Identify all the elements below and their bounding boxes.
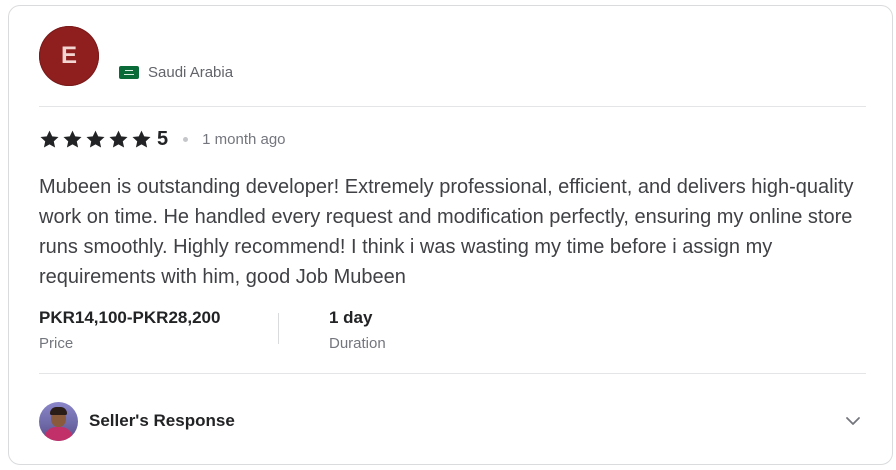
response-divider — [39, 373, 866, 374]
rating-value: 5 — [157, 127, 169, 150]
star-icon — [109, 130, 128, 148]
seller-avatar — [39, 401, 78, 441]
duration-label: Duration — [329, 335, 386, 352]
price-label: Price — [39, 335, 74, 352]
duration-stat: 1 day Duration — [329, 308, 386, 353]
price-stat: PKR14,100-PKR28,200 Price — [39, 308, 220, 353]
reviewer-avatar: E — [39, 26, 99, 86]
star-icon — [132, 130, 151, 148]
star-icon — [63, 130, 82, 148]
saudi-arabia-flag-icon — [119, 66, 139, 79]
star-icon — [40, 130, 59, 148]
reviewer-initial: E — [60, 42, 77, 69]
stat-divider — [278, 313, 279, 344]
duration-value: 1 day — [329, 308, 373, 327]
reviewer-country: Saudi Arabia — [119, 64, 233, 81]
star-icon — [86, 130, 105, 148]
star-rating — [39, 129, 152, 150]
rating-row: 5 1 month ago — [39, 126, 286, 152]
header-divider — [39, 106, 866, 107]
review-time: 1 month ago — [202, 130, 286, 148]
review-card: E Saudi Arabia 5 1 month ago Mubeen is o… — [8, 5, 893, 465]
review-text: Mubeen is outstanding developer! Extreme… — [39, 176, 854, 288]
seller-response-label: Seller's Response — [89, 411, 235, 430]
country-name: Saudi Arabia — [148, 64, 234, 81]
price-value: PKR14,100-PKR28,200 — [39, 308, 221, 327]
chevron-down-icon[interactable] — [844, 412, 862, 430]
separator-dot — [183, 136, 189, 142]
seller-response-toggle[interactable]: Seller's Response — [39, 400, 866, 442]
